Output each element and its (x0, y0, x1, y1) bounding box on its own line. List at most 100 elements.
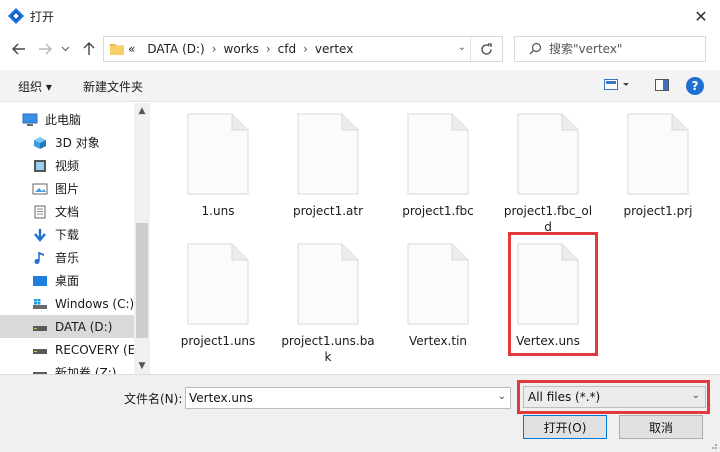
refresh-button[interactable] (470, 37, 502, 61)
cube-icon (34, 136, 46, 149)
highlight-box-file (508, 232, 598, 356)
download-icon (34, 228, 46, 242)
scroll-down-icon[interactable]: ▼ (134, 358, 150, 374)
sidebar-item-3d-objects[interactable]: 3D 对象 (0, 131, 134, 154)
file-item[interactable]: Vertex.tin (387, 243, 489, 349)
file-name: project1.atr (292, 204, 364, 218)
file-item[interactable]: project1.fbc_old (497, 113, 599, 235)
refresh-icon (481, 42, 492, 55)
cancel-button[interactable]: 取消 (619, 415, 703, 439)
file-item[interactable]: project1.uns (167, 243, 269, 349)
breadcrumb-cfd[interactable]: cfd (278, 42, 296, 56)
forward-button[interactable] (34, 38, 56, 60)
preview-pane-icon (655, 79, 669, 91)
windows-drive-icon (33, 298, 47, 309)
file-name: 1.uns (201, 204, 235, 218)
sidebar-item-label: 新加卷 (Z:) (55, 366, 117, 374)
file-name: project1.uns.bak (281, 334, 375, 364)
file-icon (407, 243, 469, 325)
help-icon: ? (691, 79, 699, 93)
sidebar-item-this-pc[interactable]: 此电脑 (0, 108, 134, 131)
sidebar-scrollbar[interactable]: ▲ ▼ (134, 103, 150, 374)
up-button[interactable] (78, 38, 100, 60)
scrollbar-thumb[interactable] (136, 223, 148, 338)
arrow-left-icon (12, 43, 25, 55)
sidebar-item-label: 图片 (55, 182, 80, 196)
pictures-icon (32, 183, 48, 194)
chevron-down-icon: ⌄ (691, 390, 700, 401)
breadcrumb: « DATA (D:) › works › cfd › vertex (128, 42, 353, 56)
sidebar-item-label: Windows (C:) (55, 296, 135, 311)
sidebar-item-label: 音乐 (55, 251, 80, 265)
sidebar-item-recovery-e[interactable]: RECOVERY (E:) (0, 338, 144, 361)
desktop-icon (33, 275, 47, 286)
file-type-select[interactable]: All files (*.*) ⌄ (523, 386, 706, 408)
recent-locations-button[interactable] (58, 38, 72, 60)
command-toolbar: 组织 ▾ 新建文件夹 ? (0, 70, 720, 102)
file-icon (297, 113, 359, 195)
view-options-button[interactable] (604, 79, 630, 94)
sidebar-item-pictures[interactable]: 图片 (0, 177, 134, 200)
sidebar-item-label: 此电脑 (45, 113, 82, 127)
file-type-value: All files (*.*) (528, 390, 601, 404)
breadcrumb-separator: › (265, 42, 271, 56)
sidebar-item-windows-c[interactable]: Windows (C:) (0, 292, 134, 315)
sidebar-item-documents[interactable]: 文档 (0, 200, 134, 223)
chevron-down-icon (61, 46, 69, 52)
filename-input[interactable] (189, 391, 484, 405)
filename-field[interactable]: ⌄ (185, 387, 511, 409)
back-button[interactable] (8, 38, 30, 60)
drive-icon (33, 348, 47, 354)
sidebar-item-label: 文档 (55, 205, 80, 219)
scroll-up-icon[interactable]: ▲ (134, 103, 150, 119)
sidebar-item-downloads[interactable]: 下载 (0, 223, 134, 246)
file-item[interactable]: project1.fbc (387, 113, 489, 219)
file-item[interactable]: project1.atr (277, 113, 379, 219)
computer-icon (22, 113, 38, 126)
file-name: project1.uns (180, 334, 256, 348)
sidebar-item-music[interactable]: 音乐 (0, 246, 134, 269)
file-list: 1.uns project1.atr project1.fbc project1… (150, 103, 720, 374)
file-name: Vertex.tin (408, 334, 468, 348)
help-button[interactable]: ? (686, 77, 704, 95)
file-item[interactable]: project1.prj (607, 113, 709, 219)
drive-icon (33, 325, 47, 331)
file-item[interactable]: 1.uns (167, 113, 269, 219)
view-icon (604, 79, 629, 90)
sidebar-item-data-d[interactable]: DATA (D:) (0, 315, 134, 338)
sidebar-item-desktop[interactable]: 桌面 (0, 269, 134, 292)
music-icon (34, 251, 44, 264)
sidebar-item-new-volume-z[interactable]: 新加卷 (Z:) (0, 361, 134, 374)
navigation-bar: « DATA (D:) › works › cfd › vertex ⌄ (0, 32, 720, 66)
new-folder-button[interactable]: 新建文件夹 (83, 78, 143, 95)
breadcrumb-vertex[interactable]: vertex (315, 42, 353, 56)
breadcrumb-drive[interactable]: DATA (D:) (147, 42, 204, 56)
search-box[interactable] (514, 36, 706, 62)
preview-pane-button[interactable] (655, 79, 669, 94)
window-title: 打开 (30, 10, 55, 24)
file-icon (627, 113, 689, 195)
documents-icon (34, 205, 46, 218)
title-bar: 打开 ✕ (0, 0, 720, 32)
file-icon (187, 243, 249, 325)
file-icon (517, 113, 579, 195)
sidebar-item-label: 桌面 (55, 274, 80, 288)
organize-menu[interactable]: 组织 ▾ (18, 78, 52, 95)
open-button[interactable]: 打开(O) (523, 415, 607, 439)
search-input[interactable] (549, 42, 699, 56)
breadcrumb-works[interactable]: works (224, 42, 259, 56)
sidebar-item-label: 3D 对象 (55, 136, 100, 150)
address-bar[interactable]: « DATA (D:) › works › cfd › vertex ⌄ (103, 36, 503, 62)
sidebar-item-videos[interactable]: 视频 (0, 154, 134, 177)
resize-grip-icon[interactable] (708, 440, 718, 450)
breadcrumb-overflow[interactable]: « (128, 42, 135, 56)
arrow-right-icon (39, 43, 52, 55)
close-button[interactable]: ✕ (688, 4, 714, 28)
file-icon (407, 113, 469, 195)
drive-icon (33, 371, 47, 374)
file-item[interactable]: project1.uns.bak (277, 243, 379, 365)
chevron-down-icon[interactable]: ⌄ (498, 391, 506, 402)
breadcrumb-separator: › (211, 42, 217, 56)
address-dropdown-icon[interactable]: ⌄ (458, 42, 466, 53)
sidebar-item-label: 视频 (55, 159, 80, 173)
